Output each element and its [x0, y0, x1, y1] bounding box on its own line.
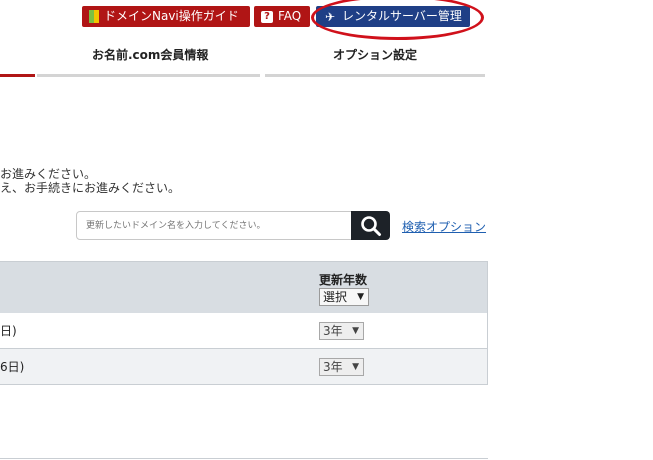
active-tab-indicator: [0, 74, 35, 77]
row-years-value: 3年: [323, 324, 343, 338]
dropdown-arrow-icon: ▼: [357, 292, 364, 302]
domain-search-input[interactable]: [77, 212, 351, 239]
beginner-mark-icon: [89, 10, 99, 23]
row-years-select[interactable]: 3年 ▼: [319, 322, 364, 340]
dropdown-arrow-icon: ▼: [352, 326, 359, 336]
rocket-icon: ✈: [324, 9, 336, 24]
search-options-link[interactable]: 検索オプション: [402, 218, 486, 235]
table-row: 日) 3年 ▼: [0, 313, 488, 349]
guide-button[interactable]: ドメインNavi操作ガイド: [82, 6, 250, 27]
renewal-years-select[interactable]: 選択 ▼: [319, 288, 369, 306]
expiry-date: 日): [0, 324, 17, 338]
tab-underline: [37, 74, 260, 77]
domain-search-field[interactable]: [76, 211, 352, 240]
tab-option-settings[interactable]: オプション設定: [333, 46, 417, 63]
instruction-line-2: え、お手続きにお進みください。: [0, 181, 181, 195]
guide-button-label: ドメインNavi操作ガイド: [104, 9, 239, 23]
divider: [0, 458, 488, 459]
renewal-years-select-value: 選択: [323, 290, 348, 304]
table-row: 6日) 3年 ▼: [0, 349, 488, 385]
faq-button-label: FAQ: [278, 9, 302, 23]
faq-button[interactable]: ? FAQ: [254, 6, 310, 27]
row-years-select[interactable]: 3年 ▼: [319, 358, 364, 376]
search-button[interactable]: [351, 211, 390, 240]
table-header: 更新年数 選択 ▼: [0, 261, 488, 313]
rental-server-button[interactable]: ✈ レンタルサーバー管理: [316, 6, 470, 27]
tab-member-info[interactable]: お名前.com会員情報: [92, 46, 208, 63]
expiry-date: 6日): [0, 360, 25, 374]
row-years-value: 3年: [323, 360, 343, 374]
rental-server-button-label: レンタルサーバー管理: [342, 9, 462, 23]
renewal-years-header: 更新年数: [319, 273, 368, 287]
search-icon: [360, 215, 381, 236]
dropdown-arrow-icon: ▼: [352, 362, 359, 372]
tab-underline: [265, 74, 485, 77]
question-icon: ?: [261, 10, 273, 23]
